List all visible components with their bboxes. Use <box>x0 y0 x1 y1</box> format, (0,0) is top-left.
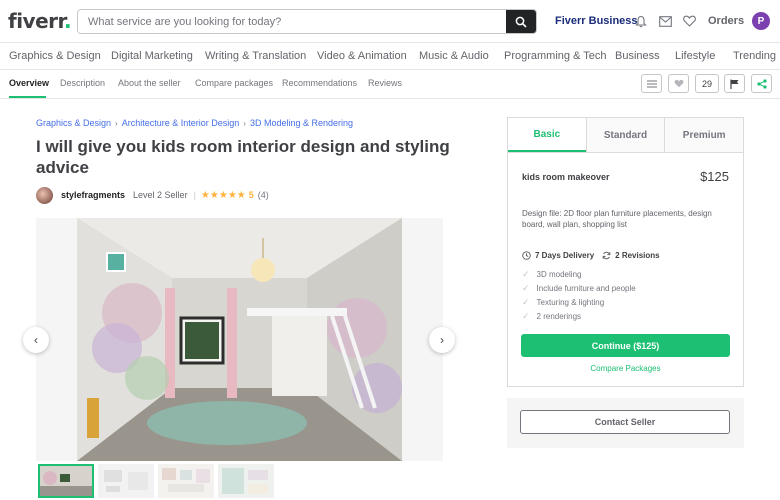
share-icon <box>756 78 767 89</box>
feature-item: ✓ Include furniture and people <box>522 283 636 293</box>
continue-button[interactable]: Continue ($125) <box>521 334 730 357</box>
category-business[interactable]: Business <box>615 50 660 62</box>
package-description: Design file: 2D floor plan furniture pla… <box>522 209 712 229</box>
messages-envelope-icon[interactable] <box>657 13 673 29</box>
favorites-heart-icon[interactable] <box>681 13 697 29</box>
orders-link[interactable]: Orders <box>708 15 744 27</box>
gig-nav-tabs: Overview Description About the seller Co… <box>0 70 780 99</box>
seller-name[interactable]: stylefragments <box>61 190 125 200</box>
gallery-thumbnail[interactable] <box>218 464 274 498</box>
seller-level: Level 2 Seller <box>133 190 188 200</box>
feature-item: ✓ 3D modeling <box>522 269 582 279</box>
likes-count: 29 <box>695 74 719 93</box>
category-digital-marketing[interactable]: Digital Marketing <box>111 50 193 62</box>
package-price: $125 <box>700 169 729 184</box>
breadcrumb-item[interactable]: 3D Modeling & Rendering <box>250 118 353 128</box>
gallery-thumbnail[interactable] <box>38 464 94 498</box>
category-writing-translation[interactable]: Writing & Translation <box>205 50 306 62</box>
review-count[interactable]: (4) <box>258 190 269 200</box>
category-trending[interactable]: Trending <box>733 50 776 62</box>
divider: | <box>193 190 196 200</box>
category-video-animation[interactable]: Video & Animation <box>317 50 407 62</box>
tab-standard[interactable]: Standard <box>585 118 665 152</box>
compare-packages-link[interactable]: Compare Packages <box>508 364 743 373</box>
active-tab-indicator <box>9 96 46 98</box>
menu-button[interactable] <box>641 74 662 93</box>
chevron-right-icon: › <box>440 333 444 347</box>
tab-reviews[interactable]: Reviews <box>368 78 402 88</box>
tab-about-seller[interactable]: About the seller <box>118 78 181 88</box>
package-name: kids room makeover <box>522 172 610 182</box>
seller-info: stylefragments Level 2 Seller | ★★★★★ 5 … <box>36 186 269 204</box>
tab-compare-packages[interactable]: Compare packages <box>195 78 273 88</box>
menu-lines-icon <box>646 80 657 87</box>
gallery-thumbnail[interactable] <box>158 464 214 498</box>
gig-gallery <box>36 218 443 461</box>
search-icon <box>515 16 527 28</box>
flag-icon <box>730 79 739 89</box>
search-button[interactable] <box>506 10 536 33</box>
category-music-audio[interactable]: Music & Audio <box>419 50 489 62</box>
star-rating-icon: ★★★★★ <box>200 189 246 201</box>
breadcrumb-item[interactable]: Graphics & Design <box>36 118 111 128</box>
seller-avatar[interactable] <box>36 186 53 204</box>
check-icon: ✓ <box>522 269 530 279</box>
like-button[interactable] <box>668 74 689 93</box>
category-lifestyle[interactable]: Lifestyle <box>675 50 715 62</box>
category-programming-tech[interactable]: Programming & Tech <box>504 50 607 62</box>
fiverr-business-link[interactable]: Fiverr Business <box>555 15 638 27</box>
package-panel: Basic Standard Premium kids room makeove… <box>507 117 744 387</box>
gallery-thumbnail[interactable] <box>98 464 154 498</box>
share-button[interactable] <box>751 74 772 93</box>
fiverr-logo[interactable]: fiverr. <box>8 9 72 33</box>
search-input[interactable] <box>78 10 506 33</box>
rating-value: 5 <box>248 190 254 200</box>
delivery-time: 7 Days Delivery <box>535 251 595 260</box>
feature-item: ✓ Texturing & lighting <box>522 297 605 307</box>
top-header: fiverr. Fiverr Business Orders P <box>0 0 780 42</box>
tab-premium[interactable]: Premium <box>664 118 744 152</box>
tab-basic[interactable]: Basic <box>508 118 586 152</box>
gallery-next-button[interactable]: › <box>429 327 455 353</box>
gallery-prev-button[interactable]: ‹ <box>23 327 49 353</box>
category-menu: Graphics & Design Digital Marketing Writ… <box>0 42 780 70</box>
check-icon: ✓ <box>522 311 530 321</box>
chevron-right-icon: › <box>243 119 246 128</box>
clock-icon <box>522 251 531 260</box>
revisions-icon <box>602 251 611 260</box>
heart-icon <box>674 79 683 88</box>
package-tabs: Basic Standard Premium <box>508 118 744 153</box>
delivery-info: 7 Days Delivery 2 Revisions <box>522 251 660 260</box>
contact-seller-box: Contact Seller <box>507 398 744 448</box>
gig-main-image[interactable] <box>77 218 402 461</box>
user-avatar[interactable]: P <box>752 12 770 30</box>
tab-description[interactable]: Description <box>60 78 105 88</box>
check-icon: ✓ <box>522 283 530 293</box>
breadcrumb: Graphics & Design › Architecture & Interio… <box>36 118 353 128</box>
gallery-thumbnails <box>38 464 274 498</box>
breadcrumb-item[interactable]: Architecture & Interior Design <box>122 118 240 128</box>
category-graphics-design[interactable]: Graphics & Design <box>9 50 101 62</box>
report-button[interactable] <box>724 74 745 93</box>
contact-seller-button[interactable]: Contact Seller <box>520 410 730 434</box>
search-bar <box>77 9 537 34</box>
notifications-bell-icon[interactable] <box>633 13 649 29</box>
chevron-right-icon: › <box>115 119 118 128</box>
chevron-left-icon: ‹ <box>34 333 38 347</box>
feature-item: ✓ 2 renderings <box>522 311 582 321</box>
gig-title: I will give you kids room interior desig… <box>36 137 450 177</box>
tab-recommendations[interactable]: Recommendations <box>282 78 357 88</box>
tab-overview[interactable]: Overview <box>9 78 49 88</box>
revisions-count: 2 Revisions <box>615 251 660 260</box>
check-icon: ✓ <box>522 297 530 307</box>
